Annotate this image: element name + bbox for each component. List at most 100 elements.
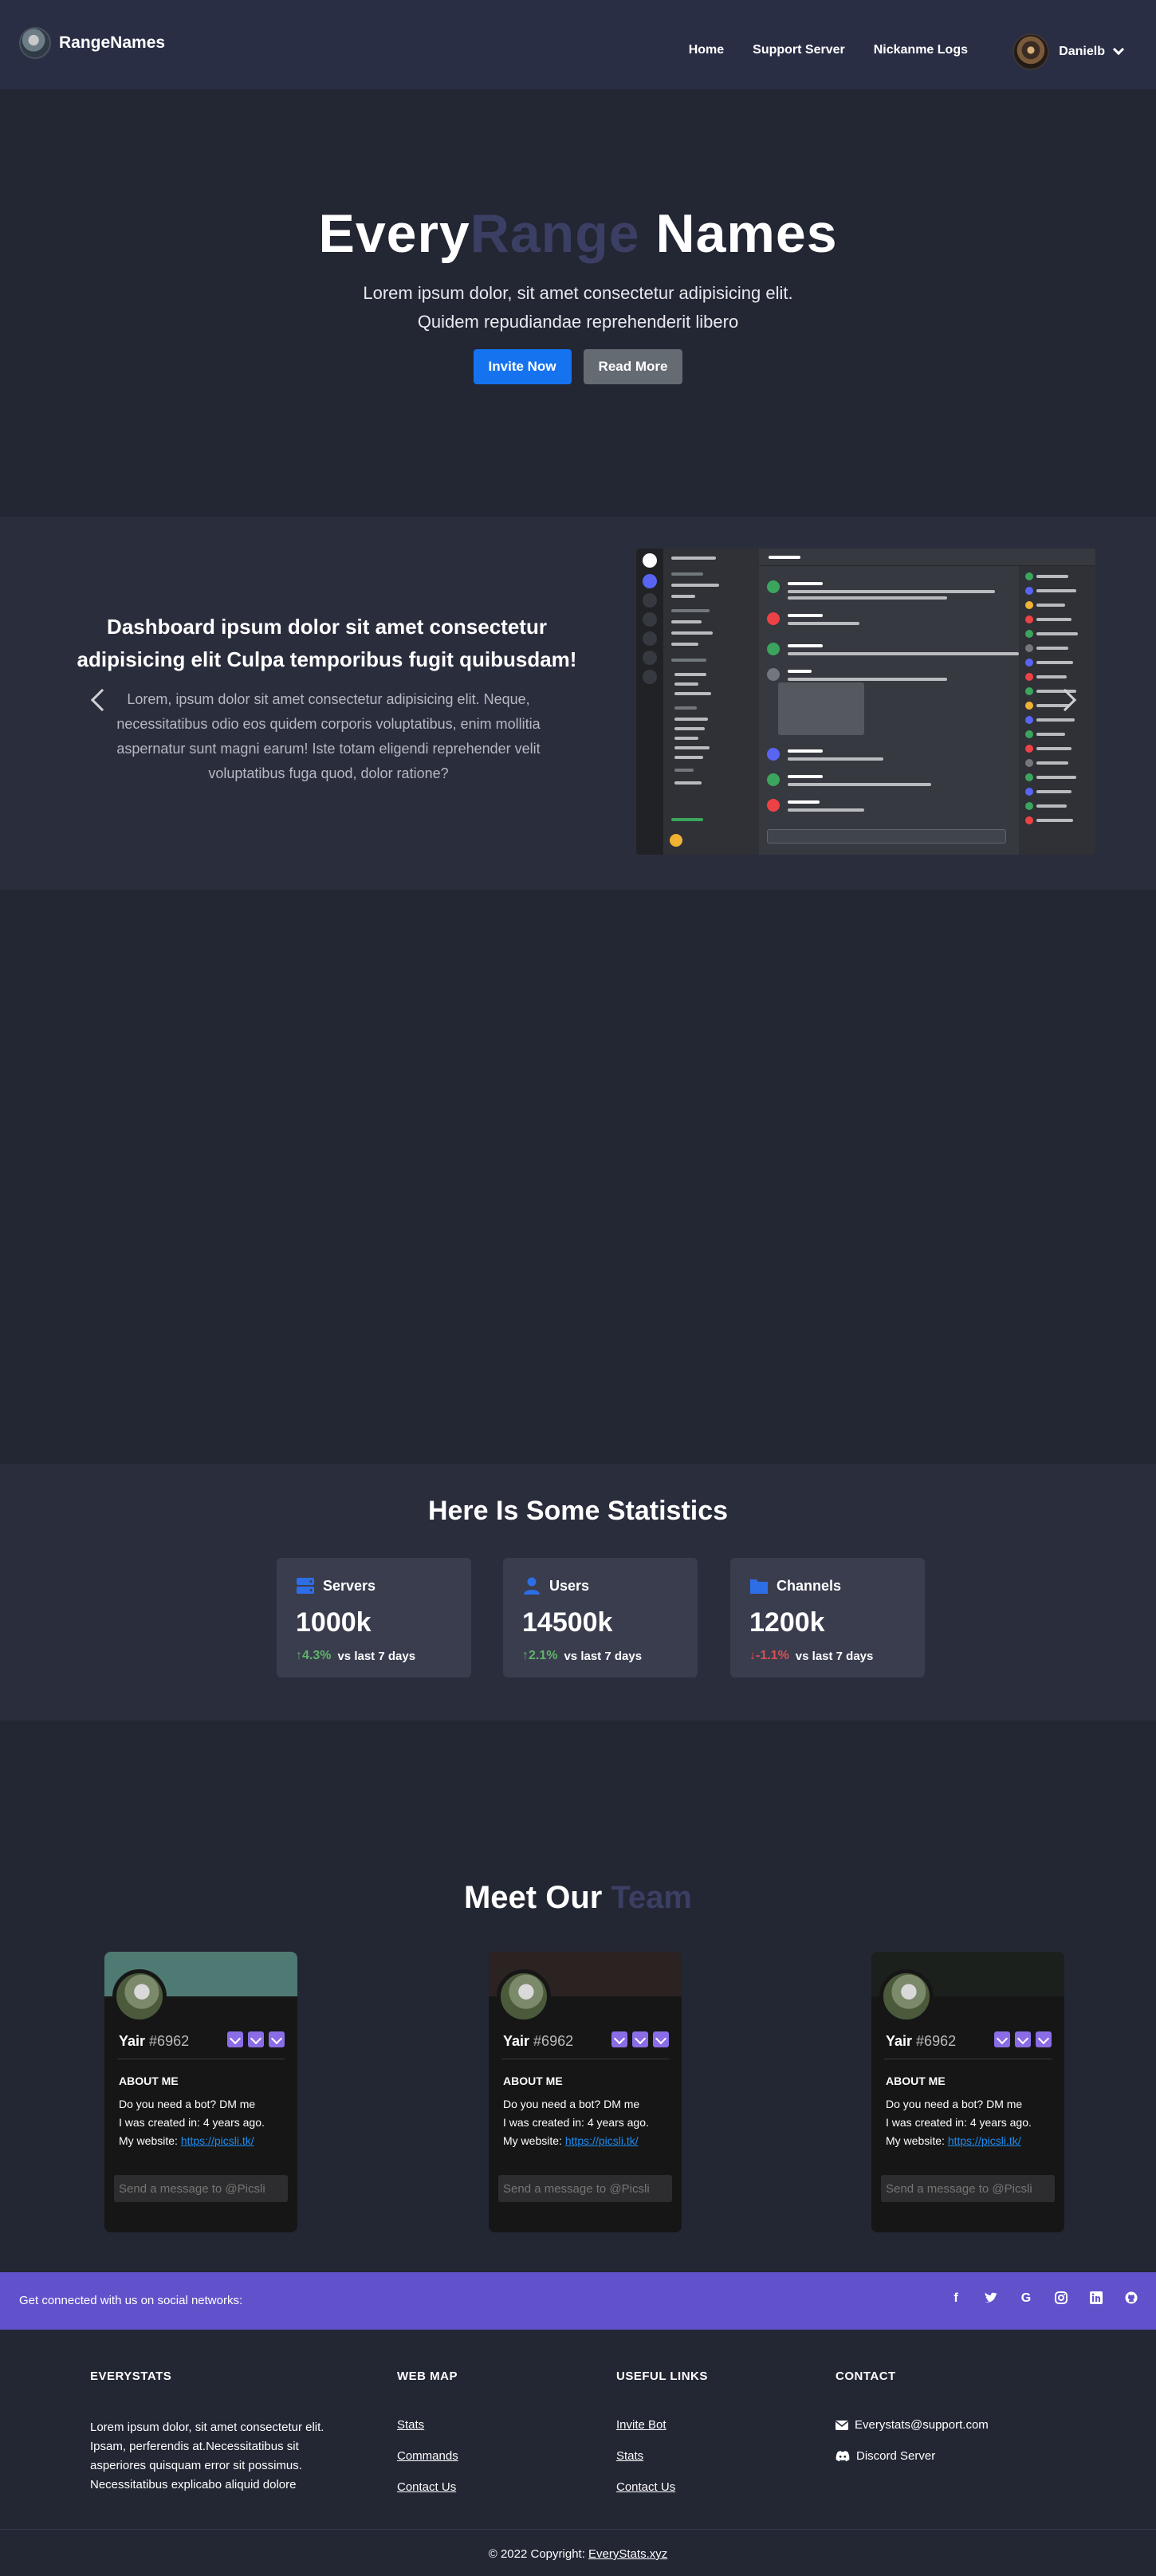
google-icon[interactable]: G: [1019, 2291, 1033, 2306]
team-member-card: Yair #6962 ABOUT ME Do you need a bot? D…: [104, 1952, 297, 2232]
stat-value-users: 14500k: [522, 1607, 613, 1638]
footer-link-stats-2[interactable]: Stats: [616, 2449, 708, 2463]
invite-now-button[interactable]: Invite Now: [473, 349, 572, 384]
nav-link-support-server[interactable]: Support Server: [753, 43, 845, 57]
stat-card-channels: Channels 1200k ↓-1.1% vs last 7 days: [730, 1558, 925, 1677]
stat-head-servers: Servers: [296, 1577, 376, 1595]
badges: [994, 2031, 1052, 2047]
instagram-icon[interactable]: [1054, 2291, 1068, 2306]
about-text: Do you need a bot? DM me I was created i…: [119, 2095, 265, 2150]
website-link[interactable]: https://picsli.tk/: [181, 2134, 254, 2147]
mock-server-rail: [636, 549, 663, 855]
about-heading: ABOUT ME: [503, 2075, 563, 2087]
discord-icon: [836, 2450, 850, 2461]
stat-period-users: vs last 7 days: [564, 1649, 643, 1663]
about-heading: ABOUT ME: [119, 2075, 179, 2087]
carousel-heading: Dashboard ipsum dolor sit amet consectet…: [77, 615, 577, 671]
stat-change-value-servers: ↑4.3%: [296, 1649, 332, 1662]
footer-link-invite-bot[interactable]: Invite Bot: [616, 2418, 708, 2432]
website-link[interactable]: https://picsli.tk/: [565, 2134, 639, 2147]
twitter-icon[interactable]: [984, 2291, 998, 2306]
about-text: Do you need a bot? DM me I was created i…: [503, 2095, 649, 2150]
about-text: Do you need a bot? DM me I was created i…: [886, 2095, 1032, 2150]
badge-icon: [1036, 2031, 1052, 2047]
badge-icon: [994, 2031, 1010, 2047]
brand-name: RangeNames: [59, 33, 166, 52]
stat-change-channels: ↓-1.1% vs last 7 days: [749, 1649, 873, 1663]
avatar: [879, 1969, 934, 2023]
folder-icon: [750, 1579, 768, 1594]
badge-icon: [1015, 2031, 1031, 2047]
stat-period-channels: vs last 7 days: [795, 1649, 874, 1663]
divider: [0, 2529, 1156, 2530]
footer-email-text: Everystats@support.com: [855, 2418, 989, 2432]
mock-image: [778, 682, 864, 735]
about-line2: I was created in: 4 years ago.: [119, 2116, 265, 2129]
member-tag: #6962: [916, 2033, 957, 2049]
copyright-link[interactable]: EveryStats.xyz: [588, 2547, 667, 2561]
footer-about-title: EVERYSTATS: [90, 2370, 172, 2383]
nav-link-home[interactable]: Home: [689, 43, 724, 57]
stat-card-servers: Servers 1000k ↑4.3% vs last 7 days: [277, 1558, 471, 1677]
stat-change-value-channels: ↓-1.1%: [749, 1649, 789, 1662]
about-line1: Do you need a bot? DM me: [886, 2098, 1023, 2110]
user-menu[interactable]: Danielb: [1012, 33, 1125, 70]
avatar: [497, 1969, 551, 2023]
footer-about: EVERYSTATS Lorem ipsum dolor, sit amet c…: [90, 2370, 329, 2495]
badges: [611, 2031, 669, 2047]
nav-link-nickname-logs[interactable]: Nickanme Logs: [874, 43, 968, 57]
member-tag: #6962: [533, 2033, 574, 2049]
badge-icon: [227, 2031, 243, 2047]
github-icon[interactable]: [1124, 2291, 1138, 2306]
hero-subtitle-line2: Quidem repudiandae reprehenderit libero: [417, 312, 739, 332]
carousel-text: Lorem, ipsum dolor sit amet consectetur …: [116, 691, 541, 781]
facebook-icon[interactable]: f: [949, 2291, 963, 2306]
copyright: © 2022 Copyright: EveryStats.xyz: [0, 2547, 1156, 2561]
footer-discord-text: Discord Server: [856, 2449, 936, 2463]
footer-email[interactable]: Everystats@support.com: [836, 2418, 989, 2432]
chevron-down-icon: [1112, 43, 1125, 56]
about-line1: Do you need a bot? DM me: [503, 2098, 640, 2110]
badge-icon: [611, 2031, 627, 2047]
team-member-card: Yair #6962 ABOUT ME Do you need a bot? D…: [871, 1952, 1064, 2232]
brand[interactable]: RangeNames: [19, 27, 165, 59]
mock-member-list: [1019, 566, 1095, 855]
server-icon: [297, 1578, 314, 1594]
brand-logo-icon: [19, 27, 51, 59]
team-title-meet-our: Meet Our: [463, 1880, 603, 1915]
dashboard-screenshot: [636, 549, 1095, 855]
stats-title: Here Is Some Statistics: [427, 1496, 729, 1526]
message-input[interactable]: [114, 2175, 288, 2202]
hero-subtitle: Lorem ipsum dolor, sit amet consectetur …: [0, 279, 1156, 336]
stat-card-users: Users 14500k ↑2.1% vs last 7 days: [503, 1558, 698, 1677]
message-input[interactable]: [881, 2175, 1055, 2202]
stat-head-channels: Channels: [749, 1577, 841, 1595]
footer-discord[interactable]: Discord Server: [836, 2449, 989, 2463]
read-more-button[interactable]: Read More: [583, 349, 683, 384]
nav-links: Home Support Server Nickanme Logs: [689, 43, 968, 57]
linkedin-icon[interactable]: [1089, 2291, 1103, 2306]
footer-webmap: WEB MAP Stats Commands Contact Us: [397, 2370, 458, 2511]
hero-title-names: Names: [655, 203, 838, 264]
website-link[interactable]: https://picsli.tk/: [948, 2134, 1021, 2147]
message-input[interactable]: [498, 2175, 672, 2202]
footer-link-contact-2[interactable]: Contact Us: [616, 2480, 708, 2494]
footer-useful-title: USEFUL LINKS: [616, 2370, 708, 2383]
hero-subtitle-line1: Lorem ipsum dolor, sit amet consectetur …: [363, 283, 793, 303]
footer-link-commands[interactable]: Commands: [397, 2449, 458, 2463]
website-label: My website:: [886, 2134, 945, 2147]
footer-link-stats[interactable]: Stats: [397, 2418, 458, 2432]
footer-useful-links: USEFUL LINKS Invite Bot Stats Contact Us: [616, 2370, 708, 2511]
about-line2: I was created in: 4 years ago.: [503, 2116, 649, 2129]
team-title: Meet Our Team: [0, 1880, 1156, 1916]
footer-link-contact[interactable]: Contact Us: [397, 2480, 458, 2494]
social-bar: Get connected with us on social networks…: [0, 2272, 1156, 2330]
team-title-team: Team: [611, 1880, 692, 1915]
envelope-icon: [836, 2420, 848, 2430]
badge-icon: [653, 2031, 669, 2047]
website-label: My website:: [119, 2134, 178, 2147]
team-member-card: Yair #6962 ABOUT ME Do you need a bot? D…: [489, 1952, 682, 2232]
badge-icon: [269, 2031, 285, 2047]
hero-title-every: Every: [318, 203, 470, 264]
stat-period-servers: vs last 7 days: [337, 1649, 416, 1663]
